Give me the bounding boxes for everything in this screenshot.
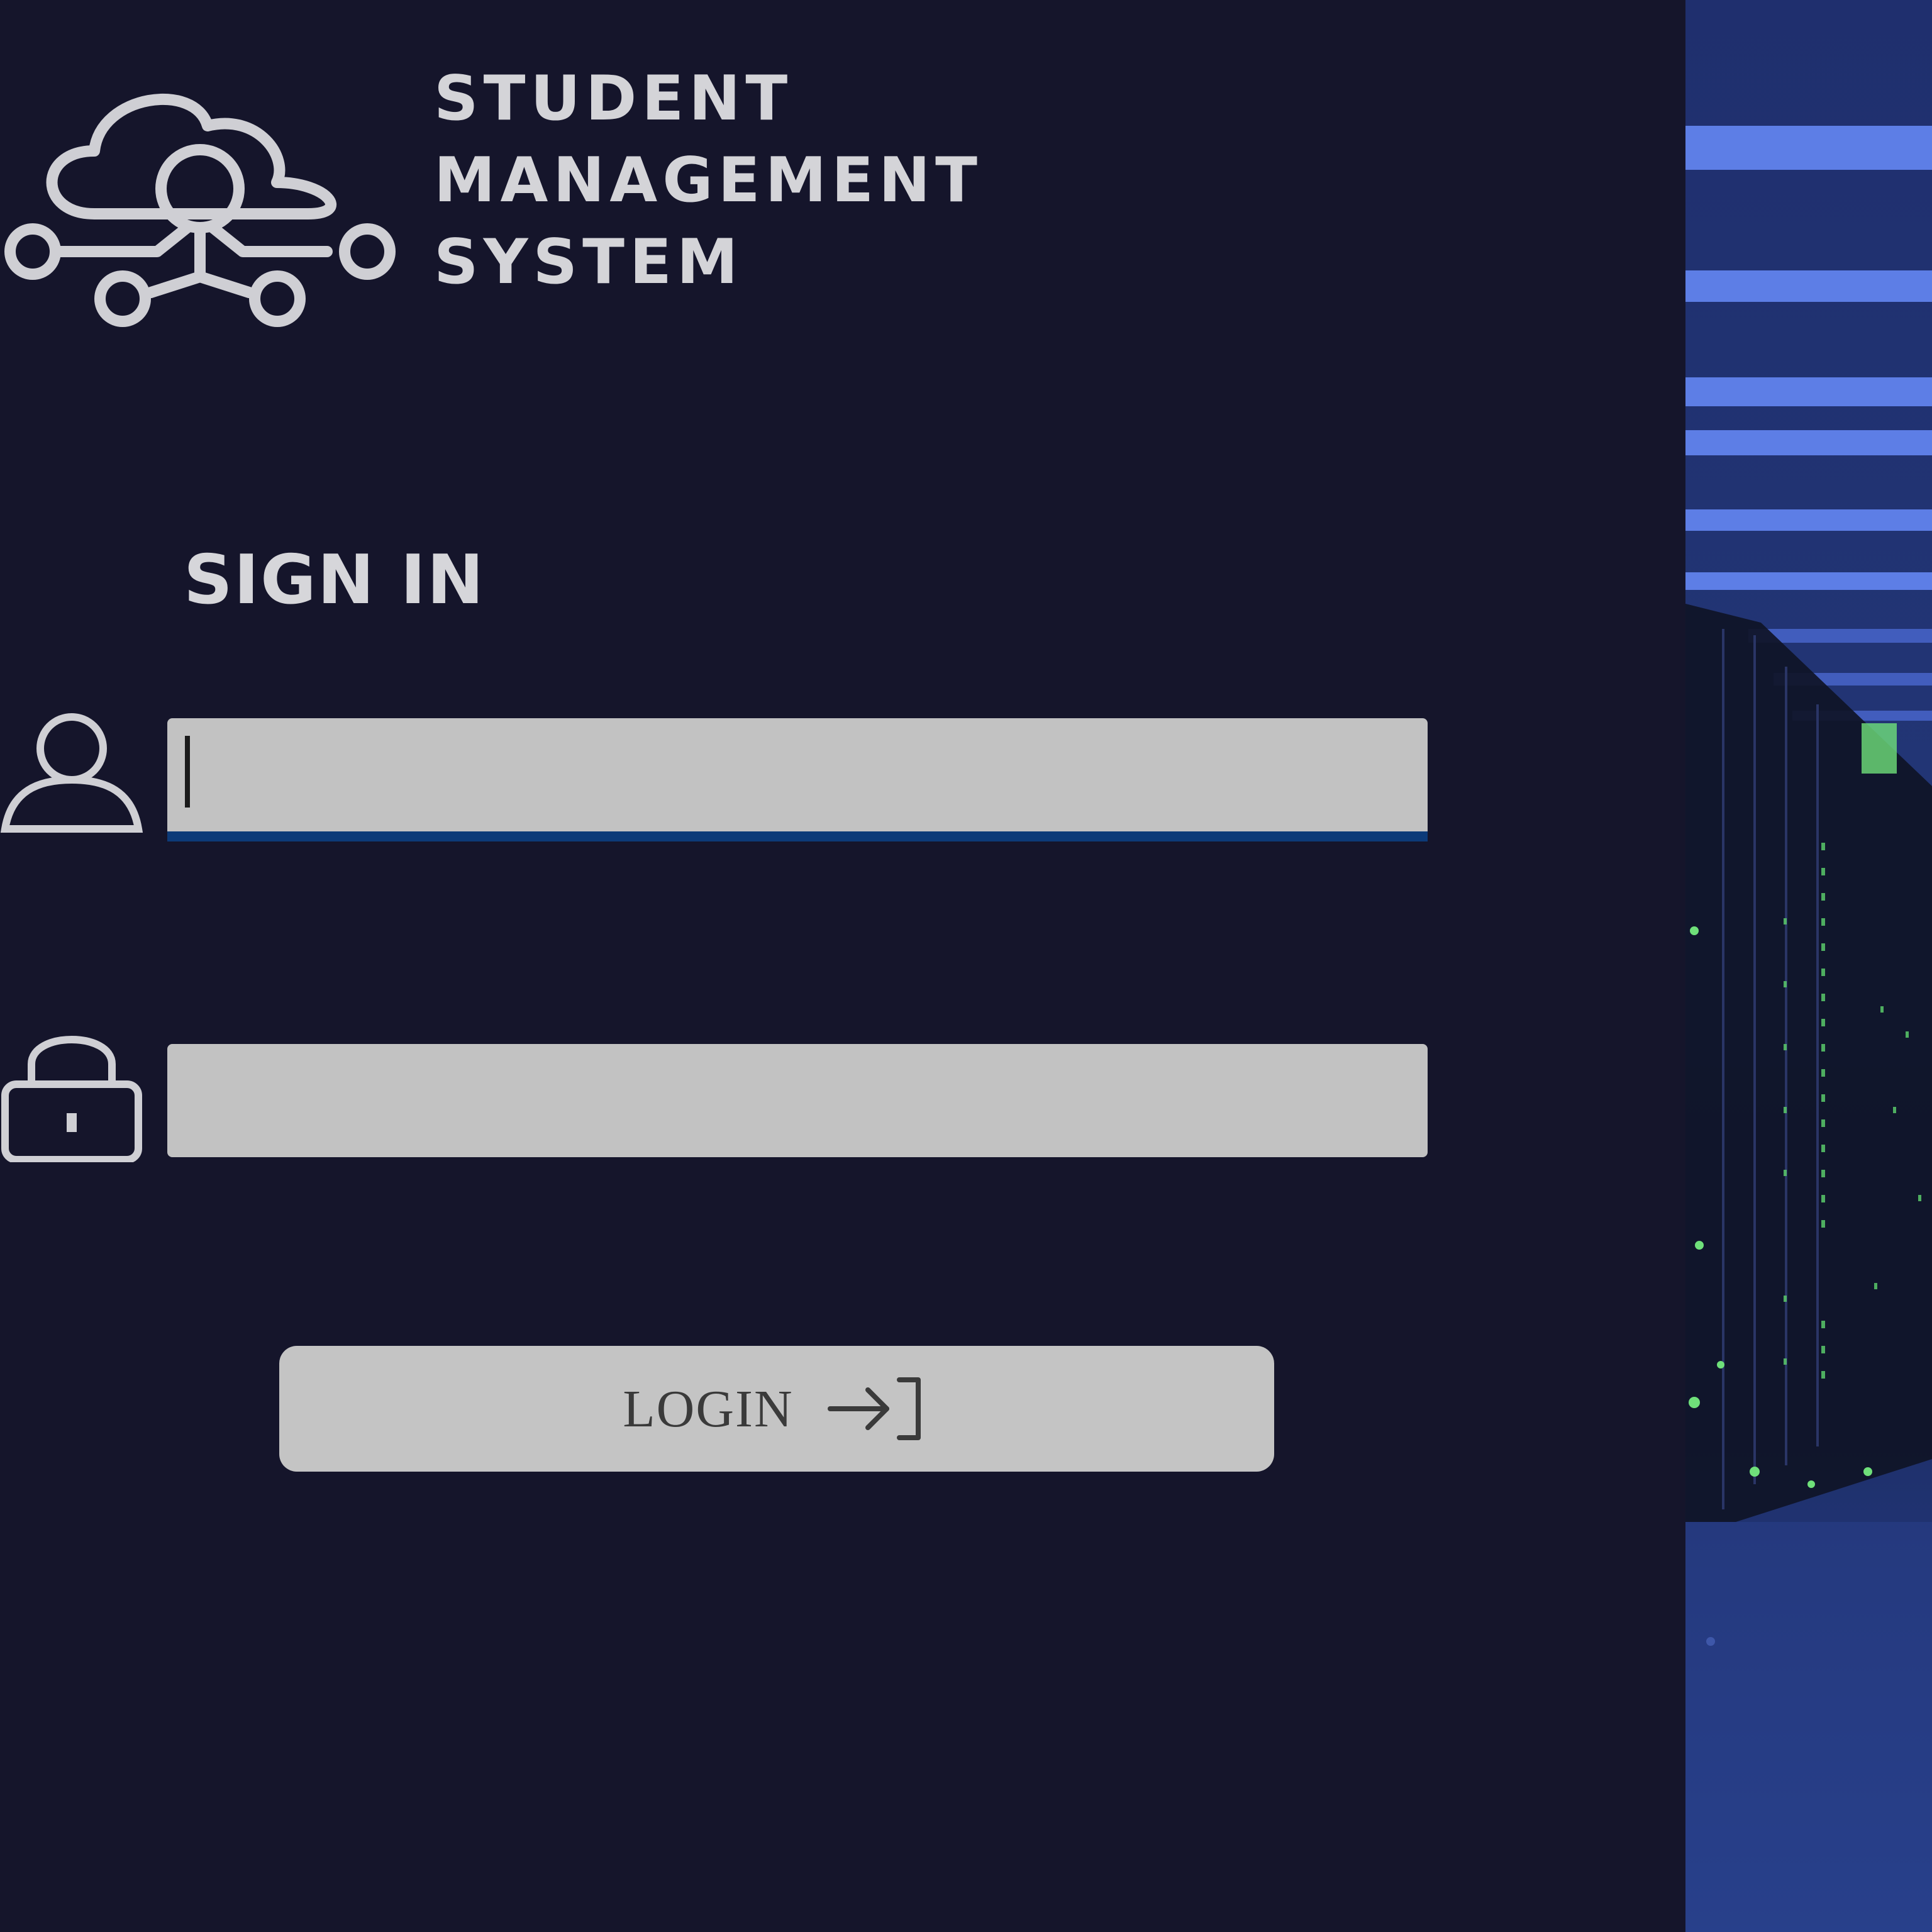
lock-icon [1,1036,142,1162]
app-title-line-1: STUDENT [434,63,793,135]
login-panel: STUDENT MANAGEMENT SYSTEM SIGN IN LOGIN [0,0,1685,1932]
login-arrow-icon [827,1377,921,1440]
user-icon [0,713,143,833]
app-title-line-2: MANAGEMENT [434,145,982,216]
sign-in-heading: SIGN IN [184,541,486,619]
login-button-label: LOGIN [623,1379,794,1438]
login-button[interactable]: LOGIN [279,1346,1274,1472]
login-screen: STUDENT MANAGEMENT SYSTEM SIGN IN LOGIN [0,0,1932,1932]
username-input[interactable] [167,718,1428,841]
app-title: STUDENT MANAGEMENT SYSTEM [434,58,982,303]
text-cursor [185,736,190,808]
password-input[interactable] [167,1044,1428,1157]
app-title-line-3: SYSTEM [434,226,743,298]
cloud-network-icon [4,93,396,327]
server-rack-illustration [1685,126,1932,1932]
server-background-image [1685,0,1932,1932]
